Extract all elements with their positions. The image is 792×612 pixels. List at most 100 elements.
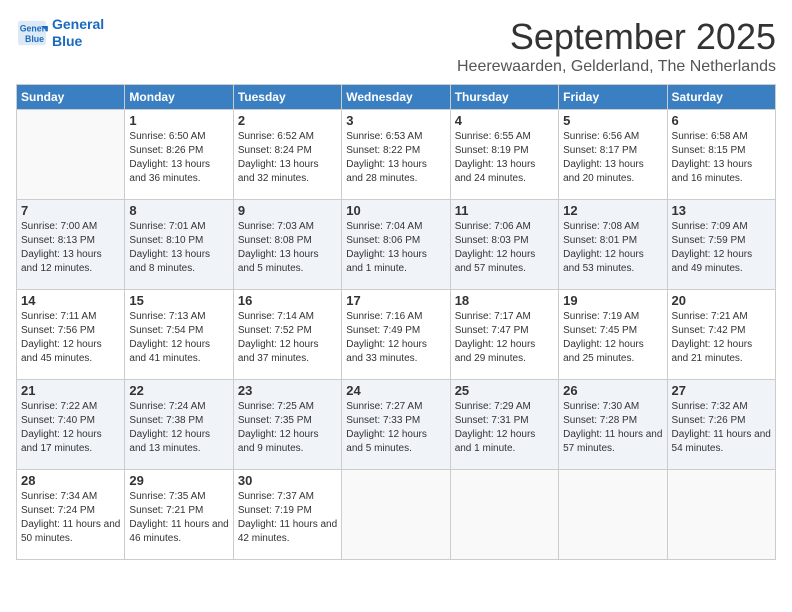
calendar-cell: 30Sunrise: 7:37 AMSunset: 7:19 PMDayligh… bbox=[233, 470, 341, 560]
day-info: Sunrise: 7:25 AMSunset: 7:35 PMDaylight:… bbox=[238, 400, 337, 456]
calendar-cell bbox=[450, 470, 558, 560]
day-number: 3 bbox=[346, 113, 445, 128]
calendar-cell: 26 Sunrise: 7:30 AMSunset: 7:28 PMDayligh… bbox=[559, 380, 667, 470]
month-title: September 2025 bbox=[457, 16, 776, 58]
calendar-cell bbox=[667, 470, 775, 560]
day-number: 10 bbox=[346, 203, 445, 218]
day-info: Sunrise: 7:16 AMSunset: 7:49 PMDaylight:… bbox=[346, 310, 445, 366]
day-number: 26 bbox=[563, 383, 662, 398]
header-day-monday: Monday bbox=[125, 85, 233, 110]
calendar-header-row: SundayMondayTuesdayWednesdayThursdayFrid… bbox=[17, 85, 776, 110]
calendar-cell: 21 Sunrise: 7:22 AMSunset: 7:40 PMDayligh… bbox=[17, 380, 125, 470]
calendar-week-1: 1 Sunrise: 6:50 AMSunset: 8:26 PMDaylight… bbox=[17, 110, 776, 200]
header-day-sunday: Sunday bbox=[17, 85, 125, 110]
calendar-cell: 20Sunrise: 7:21 AMSunset: 7:42 PMDayligh… bbox=[667, 290, 775, 380]
svg-text:Blue: Blue bbox=[25, 34, 44, 44]
day-info: Sunrise: 6:58 AMSunset: 8:15 PMDaylight:… bbox=[672, 130, 771, 186]
calendar-cell: 14 Sunrise: 7:11 AMSunset: 7:56 PMDayligh… bbox=[17, 290, 125, 380]
title-area: September 2025 Heerewaarden, Gelderland,… bbox=[457, 16, 776, 76]
day-info: Sunrise: 7:29 AMSunset: 7:31 PMDaylight:… bbox=[455, 400, 554, 456]
calendar-cell: 28Sunrise: 7:34 AMSunset: 7:24 PMDayligh… bbox=[17, 470, 125, 560]
day-number: 25 bbox=[455, 383, 554, 398]
day-info: Sunrise: 7:32 AMSunset: 7:26 PMDaylight:… bbox=[672, 400, 771, 456]
day-info: Sunrise: 7:27 AMSunset: 7:33 PMDaylight:… bbox=[346, 400, 445, 456]
day-number: 18 bbox=[455, 293, 554, 308]
logo-icon: General Blue bbox=[16, 19, 48, 47]
day-number: 22 bbox=[129, 383, 228, 398]
calendar-cell: 27 Sunrise: 7:32 AMSunset: 7:26 PMDayligh… bbox=[667, 380, 775, 470]
calendar-week-2: 7 Sunrise: 7:00 AMSunset: 8:13 PMDaylight… bbox=[17, 200, 776, 290]
calendar-cell: 15Sunrise: 7:13 AMSunset: 7:54 PMDayligh… bbox=[125, 290, 233, 380]
day-number: 23 bbox=[238, 383, 337, 398]
calendar-cell: 23 Sunrise: 7:25 AMSunset: 7:35 PMDayligh… bbox=[233, 380, 341, 470]
calendar-cell: 12 Sunrise: 7:08 AMSunset: 8:01 PMDayligh… bbox=[559, 200, 667, 290]
calendar-cell bbox=[559, 470, 667, 560]
logo-blue: Blue bbox=[52, 33, 82, 49]
day-info: Sunrise: 7:13 AMSunset: 7:54 PMDaylight:… bbox=[129, 310, 228, 366]
day-number: 29 bbox=[129, 473, 228, 488]
day-info: Sunrise: 6:52 AMSunset: 8:24 PMDaylight:… bbox=[238, 130, 337, 186]
day-info: Sunrise: 7:17 AMSunset: 7:47 PMDaylight:… bbox=[455, 310, 554, 366]
day-number: 1 bbox=[129, 113, 228, 128]
day-info: Sunrise: 7:24 AMSunset: 7:38 PMDaylight:… bbox=[129, 400, 228, 456]
day-number: 12 bbox=[563, 203, 662, 218]
calendar-cell: 11Sunrise: 7:06 AMSunset: 8:03 PMDayligh… bbox=[450, 200, 558, 290]
day-info: Sunrise: 7:01 AMSunset: 8:10 PMDaylight:… bbox=[129, 220, 228, 276]
day-number: 27 bbox=[672, 383, 771, 398]
day-info: Sunrise: 7:11 AMSunset: 7:56 PMDaylight:… bbox=[21, 310, 120, 366]
day-number: 28 bbox=[21, 473, 120, 488]
calendar-week-5: 28Sunrise: 7:34 AMSunset: 7:24 PMDayligh… bbox=[17, 470, 776, 560]
day-info: Sunrise: 7:21 AMSunset: 7:42 PMDaylight:… bbox=[672, 310, 771, 366]
logo-general: General bbox=[52, 16, 104, 32]
calendar-cell: 16Sunrise: 7:14 AMSunset: 7:52 PMDayligh… bbox=[233, 290, 341, 380]
header-day-wednesday: Wednesday bbox=[342, 85, 450, 110]
calendar-cell: 29Sunrise: 7:35 AMSunset: 7:21 PMDayligh… bbox=[125, 470, 233, 560]
day-info: Sunrise: 7:03 AMSunset: 8:08 PMDaylight:… bbox=[238, 220, 337, 276]
day-number: 24 bbox=[346, 383, 445, 398]
day-number: 6 bbox=[672, 113, 771, 128]
day-number: 21 bbox=[21, 383, 120, 398]
header-day-saturday: Saturday bbox=[667, 85, 775, 110]
day-info: Sunrise: 7:19 AMSunset: 7:45 PMDaylight:… bbox=[563, 310, 662, 366]
calendar-cell: 8 Sunrise: 7:01 AMSunset: 8:10 PMDaylight… bbox=[125, 200, 233, 290]
calendar-cell: 17 Sunrise: 7:16 AMSunset: 7:49 PMDayligh… bbox=[342, 290, 450, 380]
day-number: 13 bbox=[672, 203, 771, 218]
calendar-cell: 3 Sunrise: 6:53 AMSunset: 8:22 PMDaylight… bbox=[342, 110, 450, 200]
logo-text: General Blue bbox=[52, 16, 104, 50]
day-number: 8 bbox=[129, 203, 228, 218]
day-number: 17 bbox=[346, 293, 445, 308]
calendar-cell: 9 Sunrise: 7:03 AMSunset: 8:08 PMDaylight… bbox=[233, 200, 341, 290]
day-number: 5 bbox=[563, 113, 662, 128]
day-info: Sunrise: 7:09 AMSunset: 7:59 PMDaylight:… bbox=[672, 220, 771, 276]
calendar-cell: 13 Sunrise: 7:09 AMSunset: 7:59 PMDayligh… bbox=[667, 200, 775, 290]
day-info: Sunrise: 6:56 AMSunset: 8:17 PMDaylight:… bbox=[563, 130, 662, 186]
location-title: Heerewaarden, Gelderland, The Netherland… bbox=[457, 58, 776, 76]
day-number: 4 bbox=[455, 113, 554, 128]
calendar-cell bbox=[342, 470, 450, 560]
header-day-tuesday: Tuesday bbox=[233, 85, 341, 110]
day-info: Sunrise: 6:50 AMSunset: 8:26 PMDaylight:… bbox=[129, 130, 228, 186]
day-info: Sunrise: 7:22 AMSunset: 7:40 PMDaylight:… bbox=[21, 400, 120, 456]
header-day-thursday: Thursday bbox=[450, 85, 558, 110]
day-info: Sunrise: 7:00 AMSunset: 8:13 PMDaylight:… bbox=[21, 220, 120, 276]
day-number: 2 bbox=[238, 113, 337, 128]
calendar-cell: 6 Sunrise: 6:58 AMSunset: 8:15 PMDaylight… bbox=[667, 110, 775, 200]
day-info: Sunrise: 7:30 AMSunset: 7:28 PMDaylight:… bbox=[563, 400, 662, 456]
day-info: Sunrise: 7:08 AMSunset: 8:01 PMDaylight:… bbox=[563, 220, 662, 276]
calendar-table: SundayMondayTuesdayWednesdayThursdayFrid… bbox=[16, 84, 776, 560]
calendar-cell: 19 Sunrise: 7:19 AMSunset: 7:45 PMDayligh… bbox=[559, 290, 667, 380]
day-number: 9 bbox=[238, 203, 337, 218]
logo: General Blue General Blue bbox=[16, 16, 104, 50]
calendar-cell: 22 Sunrise: 7:24 AMSunset: 7:38 PMDayligh… bbox=[125, 380, 233, 470]
day-info: Sunrise: 6:53 AMSunset: 8:22 PMDaylight:… bbox=[346, 130, 445, 186]
header: General Blue General Blue September 2025… bbox=[16, 16, 776, 76]
day-number: 19 bbox=[563, 293, 662, 308]
calendar-cell: 1 Sunrise: 6:50 AMSunset: 8:26 PMDaylight… bbox=[125, 110, 233, 200]
day-number: 14 bbox=[21, 293, 120, 308]
day-info: Sunrise: 6:55 AMSunset: 8:19 PMDaylight:… bbox=[455, 130, 554, 186]
calendar-cell: 4 Sunrise: 6:55 AMSunset: 8:19 PMDaylight… bbox=[450, 110, 558, 200]
calendar-week-4: 21 Sunrise: 7:22 AMSunset: 7:40 PMDayligh… bbox=[17, 380, 776, 470]
calendar-cell: 2 Sunrise: 6:52 AMSunset: 8:24 PMDaylight… bbox=[233, 110, 341, 200]
day-number: 7 bbox=[21, 203, 120, 218]
calendar-week-3: 14 Sunrise: 7:11 AMSunset: 7:56 PMDayligh… bbox=[17, 290, 776, 380]
